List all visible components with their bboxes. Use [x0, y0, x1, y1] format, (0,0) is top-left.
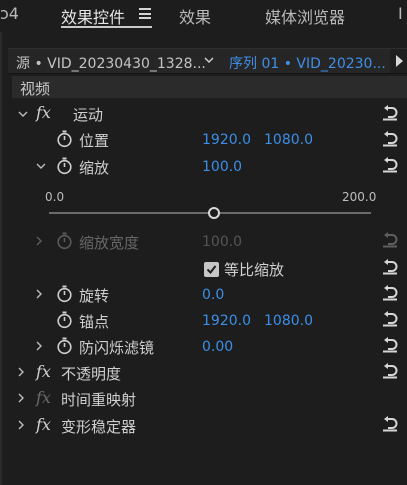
- property-row-scale: 缩放 100.0: [12, 154, 407, 180]
- anchor-x-value[interactable]: 1920.0: [202, 313, 251, 329]
- panel-menu-icon[interactable]: [139, 8, 151, 19]
- chevron-right-icon[interactable]: [34, 236, 44, 246]
- chevron-right-icon[interactable]: [34, 289, 44, 299]
- effect-label: 不透明度: [61, 365, 122, 383]
- property-label: 锚点: [79, 313, 110, 331]
- anchor-y-value[interactable]: 1080.0: [264, 313, 313, 329]
- chevron-down-icon[interactable]: [36, 161, 46, 171]
- reset-icon[interactable]: [381, 131, 399, 147]
- chevron-down-icon[interactable]: [204, 55, 214, 65]
- scale-value[interactable]: 100.0: [202, 159, 242, 175]
- property-label: 缩放宽度: [79, 234, 140, 252]
- fx-icon: fx: [36, 388, 51, 407]
- reset-icon: [383, 232, 398, 248]
- property-row-uniform-scale: 等比缩放: [12, 256, 407, 282]
- tab-effect-controls[interactable]: 效果控件: [61, 4, 125, 28]
- reset-icon[interactable]: [381, 259, 399, 275]
- tab-media-browser[interactable]: 媒体浏览器: [265, 4, 345, 28]
- show-timeline-play-icon[interactable]: [396, 55, 403, 67]
- effect-row-motion[interactable]: fx 运动: [12, 101, 407, 127]
- chevron-right-icon[interactable]: [34, 341, 44, 351]
- property-row-position: 位置 1920.0 1080.0: [12, 127, 407, 153]
- reset-icon[interactable]: [381, 285, 399, 301]
- uniform-scale-label[interactable]: 等比缩放: [224, 259, 284, 280]
- effect-row-opacity[interactable]: fx 不透明度: [12, 360, 407, 386]
- property-row-anti-flicker: 防闪烁滤镜 0.00: [12, 334, 407, 360]
- stopwatch-icon[interactable]: [56, 285, 73, 303]
- chevron-right-icon[interactable]: [16, 393, 26, 403]
- tab-partial-right[interactable]: I: [398, 4, 403, 23]
- effect-controls-list: 视频 fx 运动 位置 1920.0 1080.0 缩放 100.0 0.0 2…: [12, 76, 407, 485]
- effect-label: 运动: [73, 106, 104, 124]
- anti-flicker-value[interactable]: 0.00: [202, 339, 233, 355]
- position-x-value[interactable]: 1920.0: [202, 132, 251, 148]
- video-section-label: 视频: [20, 80, 51, 98]
- property-label: 防闪烁滤镜: [79, 339, 155, 357]
- reset-icon[interactable]: [381, 337, 399, 353]
- fx-icon[interactable]: fx: [36, 362, 51, 381]
- chevron-down-icon[interactable]: [18, 109, 28, 119]
- source-sequence-bar: 源 • VID_20230430_1328... 序列 01 • VID_202…: [8, 48, 407, 74]
- property-label: 位置: [79, 132, 110, 150]
- position-y-value[interactable]: 1080.0: [264, 132, 313, 148]
- stopwatch-icon[interactable]: [56, 337, 73, 355]
- reset-icon[interactable]: [381, 416, 399, 432]
- chevron-right-icon[interactable]: [16, 420, 26, 430]
- effect-label: 时间重映射: [61, 391, 137, 409]
- video-section-header: 视频: [12, 76, 407, 98]
- tab-partial-left[interactable]: ɔ4: [0, 4, 19, 23]
- panel-tab-bar: ɔ4 效果控件 效果 媒体浏览器 I: [0, 0, 407, 32]
- scale-slider-thumb[interactable]: [208, 207, 220, 219]
- stopwatch-icon[interactable]: [56, 130, 73, 148]
- scale-slider-min: 0.0: [45, 190, 65, 204]
- panel-left-edge: [0, 32, 2, 485]
- scale-slider-max: 200.0: [342, 190, 377, 204]
- rotation-value[interactable]: 0.0: [202, 287, 224, 303]
- property-row-scale-width: 缩放宽度 100.0: [12, 229, 407, 255]
- stopwatch-icon[interactable]: [56, 311, 73, 329]
- scale-width-value: 100.0: [202, 234, 243, 250]
- chevron-right-icon[interactable]: [16, 367, 26, 377]
- stopwatch-icon[interactable]: [56, 157, 73, 175]
- fx-icon[interactable]: fx: [36, 103, 51, 122]
- property-row-rotation: 旋转 0.0: [12, 282, 407, 308]
- property-label: 旋转: [79, 287, 110, 305]
- effect-row-warp-stabilizer[interactable]: fx 变形稳定器: [12, 413, 407, 439]
- effect-row-time-remapping[interactable]: fx 时间重映射: [12, 386, 407, 412]
- tab-effects[interactable]: 效果: [179, 4, 211, 28]
- active-tab-underline: [61, 26, 152, 28]
- reset-icon[interactable]: [381, 311, 399, 327]
- stopwatch-icon: [57, 232, 72, 250]
- effect-label: 变形稳定器: [61, 418, 137, 436]
- sequence-clip-label[interactable]: 序列 01 • VID_20230...: [229, 53, 386, 73]
- source-clip-label[interactable]: 源 • VID_20230430_1328...: [16, 53, 206, 73]
- fx-icon[interactable]: fx: [36, 415, 51, 434]
- property-label: 缩放: [79, 159, 110, 177]
- property-row-anchor-point: 锚点 1920.0 1080.0: [12, 308, 407, 334]
- reset-icon[interactable]: [381, 105, 399, 121]
- reset-icon[interactable]: [381, 157, 399, 173]
- reset-icon[interactable]: [381, 363, 399, 379]
